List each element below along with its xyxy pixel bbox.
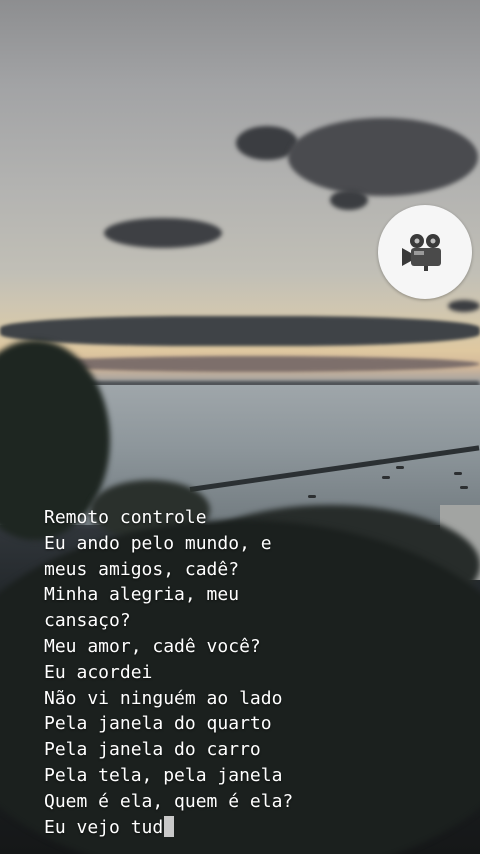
boat bbox=[382, 476, 390, 479]
lyric-line: Minha alegria, meu bbox=[44, 584, 240, 606]
cloud bbox=[448, 300, 480, 312]
lyric-line: cansaço? bbox=[44, 610, 131, 632]
lyric-line: Eu acordei bbox=[44, 661, 153, 683]
story-canvas: Remoto controle Eu ando pelo mundo, e me… bbox=[0, 0, 480, 854]
typing-line: Eu vejo tud bbox=[44, 815, 293, 841]
cloud bbox=[330, 190, 368, 210]
cloud-band bbox=[30, 356, 480, 372]
lyric-line: Não vi ninguém ao lado bbox=[44, 687, 283, 709]
movie-camera-icon bbox=[402, 234, 441, 271]
lyrics-text: Remoto controle Eu ando pelo mundo, e me… bbox=[44, 505, 293, 840]
lyric-line: Eu ando pelo mundo, e bbox=[44, 532, 272, 554]
lyric-line: meus amigos, cadê? bbox=[44, 558, 240, 580]
boat bbox=[308, 495, 316, 498]
cloud bbox=[288, 118, 478, 196]
lyric-line: Pela janela do quarto bbox=[44, 713, 272, 735]
cloud bbox=[104, 218, 222, 248]
movie-camera-sticker[interactable] bbox=[378, 205, 472, 299]
lyric-line: Quem é ela, quem é ela? bbox=[44, 790, 294, 812]
boat bbox=[396, 466, 404, 469]
boat bbox=[454, 472, 462, 475]
boat bbox=[460, 486, 468, 489]
lyric-line: Remoto controle bbox=[44, 507, 207, 528]
text-cursor bbox=[164, 815, 175, 837]
lyric-line: Pela janela do carro bbox=[44, 739, 261, 761]
lyric-line: Pela tela, pela janela bbox=[44, 764, 283, 786]
cloud-band bbox=[0, 316, 480, 346]
lyric-line: Meu amor, cadê você? bbox=[44, 635, 261, 657]
typing-text: Eu vejo tud bbox=[44, 816, 164, 838]
